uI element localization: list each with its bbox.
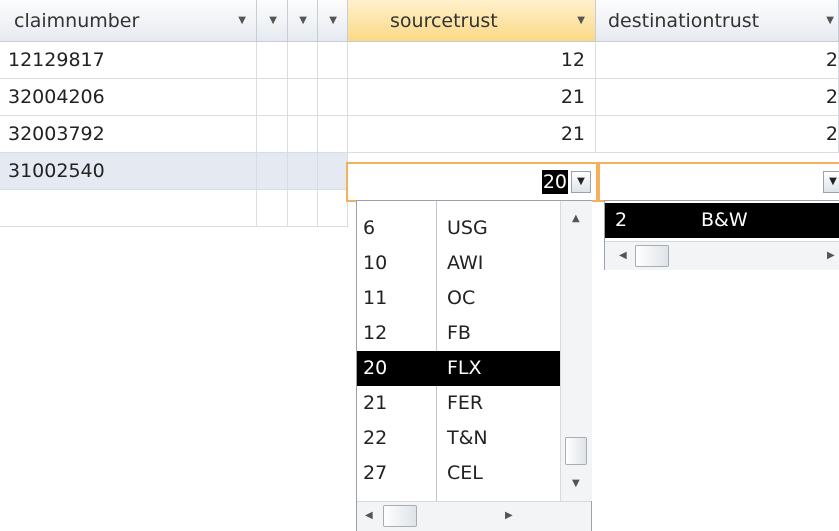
chevron-down-icon[interactable]: ▼ xyxy=(823,171,839,193)
column-header-label: destinationtrust xyxy=(608,10,760,32)
cell-blank[interactable] xyxy=(257,153,288,190)
cell-destinationtrust[interactable]: 2 xyxy=(596,42,839,79)
sourcetrust-combo[interactable]: 20 ▼ xyxy=(346,162,598,202)
dropdown-option[interactable]: 21 FER xyxy=(357,386,560,421)
dropdown-option[interactable]: 6 USG xyxy=(357,211,560,246)
cell-blank[interactable] xyxy=(288,79,318,116)
cell-blank[interactable] xyxy=(257,79,288,116)
cell-claimnumber[interactable]: 31002540 xyxy=(0,153,257,190)
column-header-claimnumber[interactable]: claimnumber ▼ xyxy=(0,0,257,42)
chevron-down-icon[interactable]: ▼ xyxy=(571,171,591,193)
cell-blank[interactable] xyxy=(318,116,348,153)
scrollbar-thumb[interactable] xyxy=(383,505,417,527)
scroll-up-icon[interactable]: ▲ xyxy=(572,213,580,224)
dropdown-option-highlighted[interactable]: 2 B&W xyxy=(605,203,839,238)
column-header-destinationtrust[interactable]: destinationtrust ▼ xyxy=(596,0,839,42)
dropdown-vertical-scrollbar[interactable]: ▲ ▼ xyxy=(560,201,592,501)
scroll-left-icon[interactable]: ◀ xyxy=(619,250,627,261)
column-header-label: claimnumber xyxy=(14,10,140,32)
cell-claimnumber[interactable]: 12129817 xyxy=(0,42,257,79)
cell-blank[interactable] xyxy=(318,79,348,116)
cell-blank[interactable] xyxy=(288,153,318,190)
cell-blank[interactable] xyxy=(318,153,348,190)
scroll-left-icon[interactable]: ◀ xyxy=(365,510,373,521)
cell-sourcetrust[interactable]: 12 xyxy=(348,42,596,79)
column-header-blank-1[interactable]: ▼ xyxy=(257,0,288,42)
sourcetrust-combo-value[interactable]: 20 xyxy=(541,170,568,194)
cell-sourcetrust[interactable]: 21 xyxy=(348,79,596,116)
dropdown-option[interactable]: 10 AWI xyxy=(357,246,560,281)
dropdown-horizontal-scrollbar[interactable]: ◀ ▶ xyxy=(357,501,591,531)
dropdown-option-highlighted[interactable]: 20 FLX xyxy=(357,351,560,386)
column-header-sourcetrust[interactable]: sourcetrust ▼ xyxy=(348,0,596,42)
cell-blank[interactable] xyxy=(257,42,288,79)
cell-claimnumber[interactable]: 32003792 xyxy=(0,116,257,153)
cell-blank[interactable] xyxy=(257,116,288,153)
cell-blank[interactable] xyxy=(288,116,318,153)
destinationtrust-dropdown[interactable]: 2 B&W ◀ ▶ xyxy=(604,200,839,270)
dropdown-option[interactable]: 11 OC xyxy=(357,281,560,316)
dropdown-option[interactable]: 12 FB xyxy=(357,316,560,351)
cell-sourcetrust[interactable]: 21 xyxy=(348,116,596,153)
cell-destinationtrust[interactable]: 2 xyxy=(596,79,839,116)
cell-blank[interactable] xyxy=(318,190,348,227)
dropdown-option[interactable]: 27 CEL xyxy=(357,456,560,491)
cell-blank[interactable] xyxy=(288,42,318,79)
column-menu-icon[interactable]: ▼ xyxy=(577,0,585,41)
column-menu-icon[interactable]: ▼ xyxy=(238,0,246,41)
cell-blank[interactable] xyxy=(257,190,288,227)
cell-new-record[interactable] xyxy=(0,190,257,227)
scrollbar-thumb[interactable] xyxy=(635,245,669,267)
column-menu-icon[interactable]: ▼ xyxy=(269,0,277,41)
scroll-right-icon[interactable]: ▶ xyxy=(827,250,835,261)
column-header-label: sourcetrust xyxy=(390,10,498,32)
cell-claimnumber[interactable]: 32004206 xyxy=(0,79,257,116)
scroll-right-icon[interactable]: ▶ xyxy=(505,510,513,521)
sourcetrust-dropdown[interactable]: 6 USG 10 AWI 11 OC 12 FB 20 FLX 21 FER 2… xyxy=(356,200,592,531)
column-header-blank-3[interactable]: ▼ xyxy=(318,0,348,42)
cell-destinationtrust[interactable]: 2 xyxy=(596,116,839,153)
column-menu-icon[interactable]: ▼ xyxy=(329,0,337,41)
scroll-down-icon[interactable]: ▼ xyxy=(572,478,580,489)
column-menu-icon[interactable]: ▼ xyxy=(299,0,307,41)
column-header-blank-2[interactable]: ▼ xyxy=(288,0,318,42)
cell-blank[interactable] xyxy=(288,190,318,227)
dropdown-option[interactable]: 22 T&N xyxy=(357,421,560,456)
destinationtrust-combo[interactable]: ▼ xyxy=(598,162,839,202)
column-menu-icon[interactable]: ▼ xyxy=(826,0,834,41)
cell-blank[interactable] xyxy=(318,42,348,79)
scrollbar-thumb[interactable] xyxy=(565,437,587,465)
dropdown-horizontal-scrollbar[interactable]: ◀ ▶ xyxy=(605,241,839,270)
